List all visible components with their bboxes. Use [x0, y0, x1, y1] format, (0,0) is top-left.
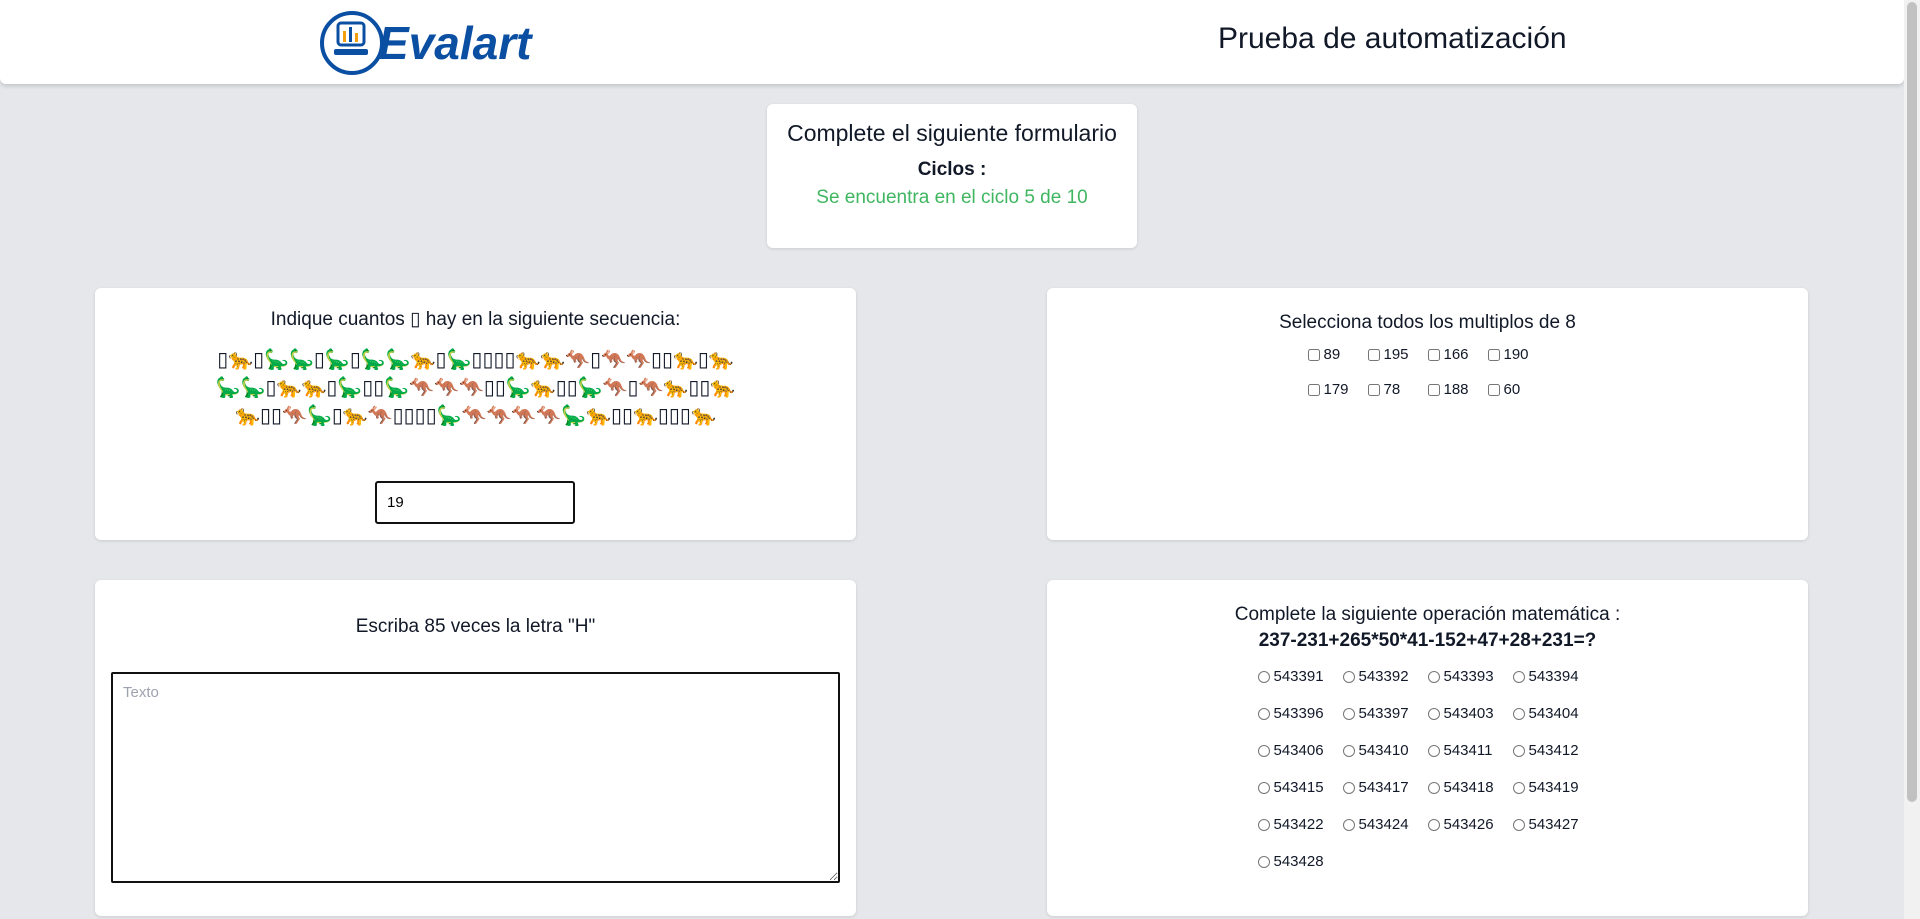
math-option[interactable]: 543403	[1427, 705, 1513, 722]
sequence-question-card: Indique cuantos ▯ hay en la siguiente se…	[95, 288, 856, 540]
option-radio[interactable]	[1257, 781, 1270, 794]
multiple-option[interactable]: 179	[1307, 381, 1368, 398]
vertical-scrollbar[interactable]	[1904, 0, 1920, 919]
option-checkbox[interactable]	[1307, 383, 1320, 396]
option-radio[interactable]	[1342, 670, 1355, 683]
math-option[interactable]: 543419	[1512, 779, 1598, 796]
multiple-option[interactable]: 60	[1487, 381, 1548, 398]
option-radio[interactable]	[1342, 818, 1355, 831]
math-question-card: Complete la siguiente operación matemáti…	[1047, 580, 1808, 916]
math-option[interactable]: 543393	[1427, 668, 1513, 685]
option-radio[interactable]	[1427, 818, 1440, 831]
ciclos-label: Ciclos :	[917, 159, 987, 180]
option-checkbox[interactable]	[1487, 383, 1500, 396]
option-radio[interactable]	[1427, 781, 1440, 794]
math-option[interactable]: 543412	[1512, 742, 1598, 759]
text-answer-textarea[interactable]	[111, 672, 840, 883]
math-option[interactable]: 543411	[1427, 742, 1513, 759]
math-option[interactable]: 543418	[1427, 779, 1513, 796]
math-option[interactable]: 543392	[1342, 668, 1428, 685]
header: Evalart Prueba de automatización	[0, 0, 1904, 84]
multiples-options: 89 195 166 190 179 78 188 60	[1047, 346, 1808, 398]
emoji-sequence: ▯🐆▯🦕🦕▯🦕▯🦕🦕🐆▯🦕▯▯▯▯🐆🐆🦘▯🦘🦘▯▯🐆▯🐆🦕🦕▯🐆🐆▯🦕▯▯🦕🦘🦘…	[215, 347, 736, 427]
option-checkbox[interactable]	[1367, 348, 1380, 361]
math-option[interactable]: 543426	[1427, 816, 1513, 833]
option-radio[interactable]	[1427, 744, 1440, 757]
form-title: Complete el siguiente formulario	[787, 120, 1117, 146]
option-radio[interactable]	[1512, 670, 1525, 683]
option-checkbox[interactable]	[1427, 348, 1440, 361]
option-radio[interactable]	[1342, 781, 1355, 794]
scrollbar-thumb[interactable]	[1907, 2, 1917, 802]
option-checkbox[interactable]	[1427, 383, 1440, 396]
ciclo-status: Se encuentra en el ciclo 5 de 10	[816, 187, 1088, 208]
option-radio[interactable]	[1512, 818, 1525, 831]
option-radio[interactable]	[1427, 707, 1440, 720]
multiple-option[interactable]: 195	[1367, 346, 1428, 363]
math-options: 543391 543392 543393 543394 543396 54339…	[1047, 668, 1808, 870]
math-option[interactable]: 543415	[1257, 779, 1343, 796]
math-option[interactable]: 543410	[1342, 742, 1428, 759]
option-radio[interactable]	[1342, 707, 1355, 720]
multiples-question-prompt: Selecciona todos los multiplos de 8	[1279, 312, 1576, 333]
sequence-question-prompt: Indique cuantos ▯ hay en la siguiente se…	[270, 309, 681, 330]
option-radio[interactable]	[1257, 707, 1270, 720]
math-option[interactable]: 543428	[1257, 853, 1343, 870]
option-checkbox[interactable]	[1487, 348, 1500, 361]
math-option[interactable]: 543396	[1257, 705, 1343, 722]
option-radio[interactable]	[1257, 818, 1270, 831]
option-radio[interactable]	[1512, 781, 1525, 794]
math-expression: 237-231+265*50*41-152+47+28+231=?	[1258, 630, 1597, 651]
option-checkbox[interactable]	[1307, 348, 1320, 361]
multiple-option[interactable]: 190	[1487, 346, 1548, 363]
evalart-logo: Evalart	[318, 8, 558, 78]
math-option[interactable]: 543422	[1257, 816, 1343, 833]
math-option[interactable]: 543397	[1342, 705, 1428, 722]
text-question-card: Escriba 85 veces la letra "H"	[95, 580, 856, 916]
option-radio[interactable]	[1257, 855, 1270, 868]
math-option[interactable]: 543404	[1512, 705, 1598, 722]
math-option[interactable]: 543417	[1342, 779, 1428, 796]
math-option[interactable]: 543424	[1342, 816, 1428, 833]
evalart-logo-icon	[318, 9, 386, 77]
multiple-option[interactable]: 188	[1427, 381, 1488, 398]
option-radio[interactable]	[1512, 707, 1525, 720]
option-radio[interactable]	[1257, 670, 1270, 683]
page-title: Prueba de automatización	[1218, 22, 1567, 55]
option-checkbox[interactable]	[1367, 383, 1380, 396]
summary-card: Complete el siguiente formulario Ciclos …	[767, 104, 1137, 248]
math-option[interactable]: 543391	[1257, 668, 1343, 685]
option-radio[interactable]	[1512, 744, 1525, 757]
text-question-prompt: Escriba 85 veces la letra "H"	[355, 616, 596, 637]
multiple-option[interactable]: 89	[1307, 346, 1368, 363]
option-radio[interactable]	[1257, 744, 1270, 757]
option-radio[interactable]	[1342, 744, 1355, 757]
math-option[interactable]: 543394	[1512, 668, 1598, 685]
math-question-prompt: Complete la siguiente operación matemáti…	[1234, 604, 1621, 625]
multiple-option[interactable]: 166	[1427, 346, 1488, 363]
multiples-question-card: Selecciona todos los multiplos de 8 89 1…	[1047, 288, 1808, 540]
option-radio[interactable]	[1427, 670, 1440, 683]
logo-text: Evalart	[378, 17, 532, 69]
sequence-answer-input[interactable]	[375, 481, 575, 524]
math-option[interactable]: 543406	[1257, 742, 1343, 759]
multiple-option[interactable]: 78	[1367, 381, 1428, 398]
math-option[interactable]: 543427	[1512, 816, 1598, 833]
